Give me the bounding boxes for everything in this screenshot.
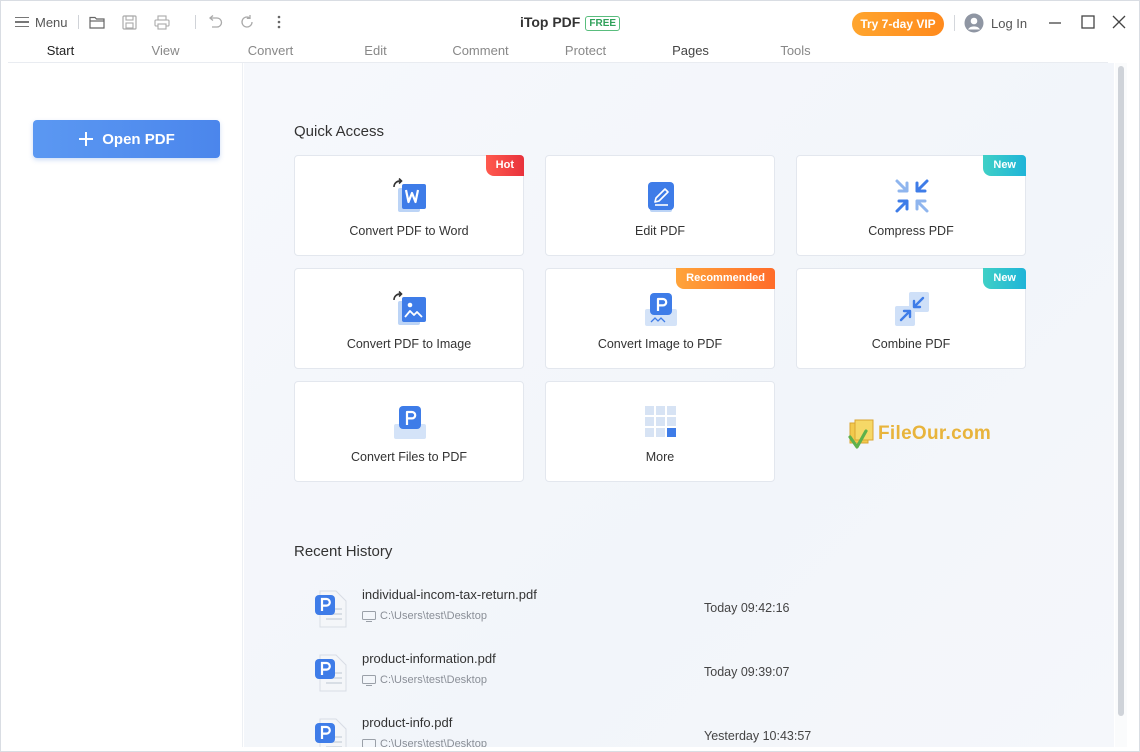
recommended-badge: Recommended — [676, 268, 775, 289]
title-divider — [954, 15, 955, 31]
more-options-icon[interactable] — [270, 13, 288, 31]
scrollbar-thumb[interactable] — [1118, 66, 1124, 716]
history-item[interactable]: product-information.pdf C:\Users\test\De… — [314, 649, 914, 699]
more-grid-icon — [643, 404, 679, 440]
save-icon[interactable] — [121, 13, 139, 31]
card-label: Convert Files to PDF — [350, 450, 467, 464]
card-convert-files-to-pdf[interactable]: Convert Files to PDF — [294, 381, 524, 482]
card-label: Convert PDF to Image — [346, 337, 472, 351]
print-icon[interactable] — [153, 13, 171, 31]
compress-pdf-icon — [894, 178, 930, 214]
card-convert-pdf-to-image[interactable]: Convert PDF to Image — [294, 268, 524, 369]
hot-badge: Hot — [485, 155, 524, 176]
vip-trial-button[interactable]: Try 7-day VIP — [852, 12, 944, 36]
free-badge[interactable]: FREE — [585, 16, 621, 31]
toolbar-divider — [77, 15, 79, 29]
toolbar-quick: Menu — [15, 11, 302, 33]
watermark-logo-icon — [848, 419, 874, 449]
card-label: Convert PDF to Word — [349, 224, 469, 238]
new-badge: New — [983, 155, 1026, 176]
edit-pdf-icon — [643, 178, 679, 214]
file-path-text: C:\Users\test\Desktop — [380, 738, 487, 747]
card-edit-pdf[interactable]: Edit PDF — [545, 155, 775, 256]
maximize-icon[interactable] — [1079, 13, 1097, 31]
file-path: C:\Users\test\Desktop — [362, 610, 487, 622]
tab-convert[interactable]: Convert — [218, 41, 323, 63]
toolbar-divider — [194, 15, 196, 29]
file-name: product-information.pdf — [362, 651, 496, 666]
card-convert-pdf-to-word[interactable]: Hot Convert PDF to Word — [294, 155, 524, 256]
redo-icon[interactable] — [238, 13, 256, 31]
history-item[interactable]: product-info.pdf C:\Users\test\Desktop Y… — [314, 713, 914, 747]
close-icon[interactable] — [1110, 13, 1128, 31]
file-time: Today 09:42:16 — [704, 601, 790, 615]
tab-protect[interactable]: Protect — [533, 41, 638, 63]
hamburger-icon — [15, 16, 29, 28]
watermark-text: FileOur.com — [878, 423, 992, 444]
file-time: Yesterday 10:43:57 — [704, 729, 812, 743]
minimize-icon[interactable] — [1046, 13, 1064, 31]
tab-tools[interactable]: Tools — [743, 41, 848, 63]
open-pdf-label: Open PDF — [102, 130, 175, 148]
file-path: C:\Users\test\Desktop — [362, 738, 487, 747]
app-window: Menu iTop PDF FREE Try 7-day VIP Log In … — [0, 0, 1140, 752]
file-path: C:\Users\test\Desktop — [362, 674, 487, 686]
monitor-icon — [362, 738, 376, 747]
file-path-text: C:\Users\test\Desktop — [380, 610, 487, 622]
card-more[interactable]: More — [545, 381, 775, 482]
recent-history-title: Recent History — [294, 543, 393, 560]
open-folder-icon[interactable] — [89, 13, 107, 31]
pdf-file-icon — [314, 589, 350, 629]
tab-view[interactable]: View — [113, 41, 218, 63]
new-badge: New — [983, 268, 1026, 289]
plus-icon — [79, 132, 94, 146]
pdf-file-icon — [314, 717, 350, 747]
open-pdf-button[interactable]: Open PDF — [33, 120, 220, 158]
file-path-text: C:\Users\test\Desktop — [380, 674, 487, 686]
undo-icon[interactable] — [206, 13, 224, 31]
sidebar: Open PDF — [8, 63, 243, 747]
tab-pages[interactable]: Pages — [638, 41, 743, 63]
history-item[interactable]: individual-incom-tax-return.pdf C:\Users… — [314, 585, 914, 635]
image-to-pdf-icon — [643, 291, 679, 327]
card-label: Combine PDF — [871, 337, 951, 351]
monitor-icon — [362, 610, 376, 622]
quick-access-title: Quick Access — [294, 123, 385, 140]
ribbon-tabs: Start View Convert Edit Comment Protect … — [8, 41, 1108, 63]
card-label: More — [645, 450, 675, 464]
card-label: Compress PDF — [868, 224, 954, 238]
monitor-icon — [362, 674, 376, 686]
user-avatar-icon — [964, 13, 984, 33]
pdf-to-word-icon — [392, 177, 428, 214]
login-button[interactable]: Log In — [964, 13, 1027, 33]
card-combine-pdf[interactable]: New Combine PDF — [796, 268, 1026, 369]
file-name: product-info.pdf — [362, 715, 453, 730]
combine-pdf-icon — [894, 291, 930, 327]
title-bar: Menu iTop PDF FREE Try 7-day VIP Log In — [1, 1, 1139, 41]
tab-comment[interactable]: Comment — [428, 41, 533, 63]
file-name: individual-incom-tax-return.pdf — [362, 587, 537, 602]
login-label: Log In — [991, 15, 1028, 31]
file-time: Today 09:39:07 — [704, 665, 790, 679]
card-label: Edit PDF — [634, 224, 685, 238]
card-compress-pdf[interactable]: New Compress PDF — [796, 155, 1026, 256]
card-convert-image-to-pdf[interactable]: Recommended Convert Image to PDF — [545, 268, 775, 369]
menu-button[interactable]: Menu — [15, 15, 68, 30]
pdf-file-icon — [314, 653, 350, 693]
tab-edit[interactable]: Edit — [323, 41, 428, 63]
tab-start[interactable]: Start — [8, 41, 113, 63]
menu-label: Menu — [35, 14, 68, 30]
pdf-to-image-icon — [392, 290, 428, 327]
app-name: iTop PDF — [519, 14, 581, 30]
files-to-pdf-icon — [392, 404, 428, 440]
vertical-scrollbar[interactable] — [1115, 63, 1127, 747]
watermark: FileOur.com — [847, 419, 991, 449]
card-label: Convert Image to PDF — [597, 337, 723, 351]
